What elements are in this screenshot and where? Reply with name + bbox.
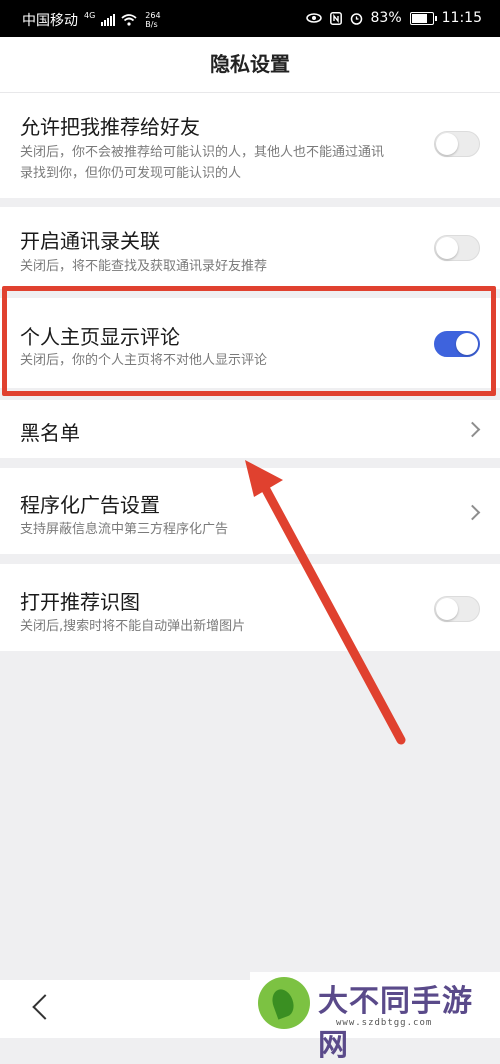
arrow-shaft <box>258 479 406 745</box>
back-arrow-icon[interactable] <box>32 994 58 1020</box>
watermark-logo <box>258 977 310 1029</box>
watermark: 大不同手游网 www.szdbtgg.com <box>250 972 500 1063</box>
annotation-arrow <box>245 460 406 745</box>
watermark-url: www.szdbtgg.com <box>336 1018 433 1028</box>
